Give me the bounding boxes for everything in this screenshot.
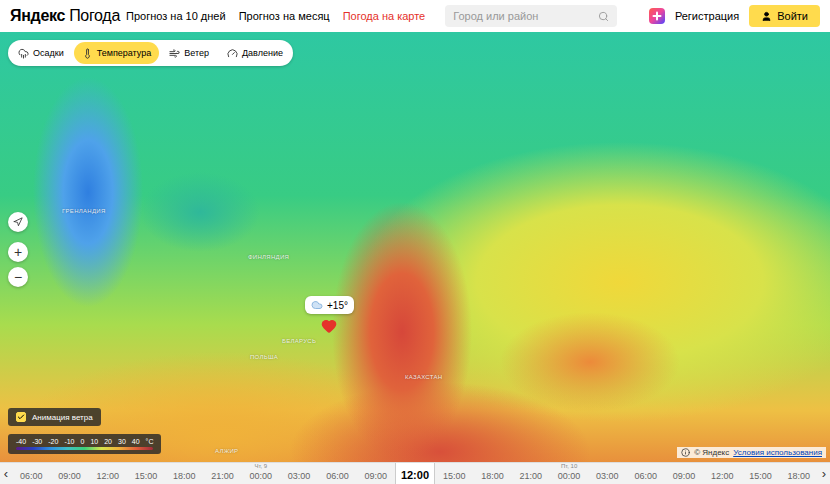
checkbox[interactable] (16, 412, 26, 422)
temperature-legend: -40 -30 -20 -10 0 10 20 30 40 °C (8, 434, 161, 454)
time-slot[interactable]: 15:00 (435, 463, 473, 484)
register-link[interactable]: Регистрация (675, 10, 739, 22)
heart-marker-icon (321, 318, 337, 334)
time-slot[interactable]: 18:00 (165, 463, 203, 484)
map-label: КАЗАХСТАН (405, 374, 443, 380)
thermometer-icon (82, 48, 93, 59)
search-icon (598, 11, 609, 22)
wind-animation-toggle[interactable]: Анимация ветра (8, 408, 101, 426)
time-slot[interactable]: 06:00 (627, 463, 665, 484)
layer-tab[interactable]: Ветер (161, 42, 217, 64)
wind-icon (169, 48, 180, 59)
time-slot[interactable]: 21:00 (203, 463, 241, 484)
timeline: ‹06:0009:0012:0015:0018:0021:00Чт, 900:0… (0, 462, 830, 484)
time-slot[interactable]: 15:00 (127, 463, 165, 484)
time-slot[interactable]: 06:00 (12, 463, 50, 484)
nav-link[interactable]: Погода на карте (343, 10, 426, 22)
layer-switcher: ОсадкиТемператураВетерДавление (8, 40, 293, 66)
cloud-rain-icon (18, 48, 29, 59)
info-icon[interactable] (681, 448, 690, 457)
time-slot[interactable]: 15:00 (741, 463, 779, 484)
map-controls: +− (8, 212, 28, 287)
legend-tick: -10 (64, 438, 74, 445)
attribution: © ЯндексУсловия использования (677, 447, 826, 458)
legend-color-bar (16, 447, 153, 450)
header: ЯндексПогодаПрогноз на 10 днейПрогноз на… (0, 0, 830, 32)
weather-map-page: ЯндексПогодаПрогноз на 10 днейПрогноз на… (0, 0, 830, 484)
timeline-prev-button[interactable]: ‹ (0, 463, 12, 484)
legend-tick: -40 (16, 438, 26, 445)
logo[interactable]: ЯндексПогода (10, 7, 114, 25)
time-slot[interactable]: 03:00 (280, 463, 318, 484)
legend-tick: 0 (81, 438, 85, 445)
time-slot[interactable]: 09:00 (665, 463, 703, 484)
legend-unit: °C (146, 438, 154, 445)
time-slot[interactable]: Пт, 1000:00 (550, 463, 588, 484)
time-slot[interactable]: 18:00 (780, 463, 818, 484)
location-pin[interactable]: +15° (305, 296, 354, 334)
user-area: Регистрация Войти (649, 5, 820, 27)
time-slot[interactable]: 12:00 (89, 463, 127, 484)
timeline-next-button[interactable]: › (818, 463, 830, 484)
map-label: БЕЛАРУСЬ (282, 338, 316, 344)
gauge-icon (227, 48, 238, 59)
layer-tab[interactable]: Давление (219, 42, 291, 64)
pin-bubble: +15° (305, 296, 354, 314)
legend-tick: -20 (48, 438, 58, 445)
day-label: Пт, 10 (550, 463, 588, 469)
cloud-icon (311, 299, 323, 311)
zoom-in-button[interactable]: + (8, 242, 28, 262)
map-bottom-panels: Анимация ветра -40 -30 -20 -10 0 10 20 30 40 °C (8, 408, 161, 454)
search-field[interactable]: Город или район (445, 5, 617, 27)
plus-subscription-icon[interactable] (649, 8, 665, 24)
time-slot[interactable]: 09:00 (50, 463, 88, 484)
legend-tick: 20 (104, 438, 112, 445)
nav-link[interactable]: Прогноз на месяц (239, 10, 330, 22)
time-slot[interactable]: 12:00 (703, 463, 741, 484)
time-slot[interactable]: 12:00 (395, 463, 435, 484)
nav-link[interactable]: Прогноз на 10 дней (126, 10, 226, 22)
navigation-arrow-icon (13, 217, 23, 227)
legend-tick: 10 (90, 438, 98, 445)
terms-link[interactable]: Условия использования (733, 448, 822, 457)
map-label: ФИНЛЯНДИЯ (248, 254, 289, 260)
layer-tab[interactable]: Температура (74, 42, 160, 64)
legend-tick: -30 (32, 438, 42, 445)
user-icon (761, 11, 772, 22)
time-slot[interactable]: 06:00 (318, 463, 356, 484)
legend-tick: 30 (118, 438, 126, 445)
map-label: ПОЛЬША (250, 354, 278, 360)
day-label: Чт, 9 (242, 463, 280, 469)
map-label: ГРЕНЛАНДИЯ (62, 208, 106, 214)
map-label: АЛЖИР (215, 448, 238, 454)
time-slot[interactable]: 03:00 (588, 463, 626, 484)
legend-tick: 40 (132, 438, 140, 445)
time-slot[interactable]: 09:00 (357, 463, 395, 484)
time-slot[interactable]: Чт, 900:00 (242, 463, 280, 484)
check-icon (17, 413, 25, 421)
temperature-map[interactable]: ГРЕНЛАНДИЯ ФИНЛЯНДИЯ БЕЛАРУСЬ ПОЛЬША КАЗАХСТ… (0, 32, 830, 462)
zoom-out-button[interactable]: − (8, 267, 28, 287)
layer-tab[interactable]: Осадки (10, 42, 72, 64)
locate-button[interactable] (8, 212, 28, 232)
login-button[interactable]: Войти (749, 5, 820, 27)
zoom-controls: +− (8, 242, 28, 287)
time-slot[interactable]: 18:00 (473, 463, 511, 484)
time-slot[interactable]: 21:00 (512, 463, 550, 484)
legend-ticks: -40 -30 -20 -10 0 10 20 30 40 °C (16, 438, 153, 445)
main-nav: Прогноз на 10 дней Прогноз на месяц Погода… (126, 10, 425, 22)
